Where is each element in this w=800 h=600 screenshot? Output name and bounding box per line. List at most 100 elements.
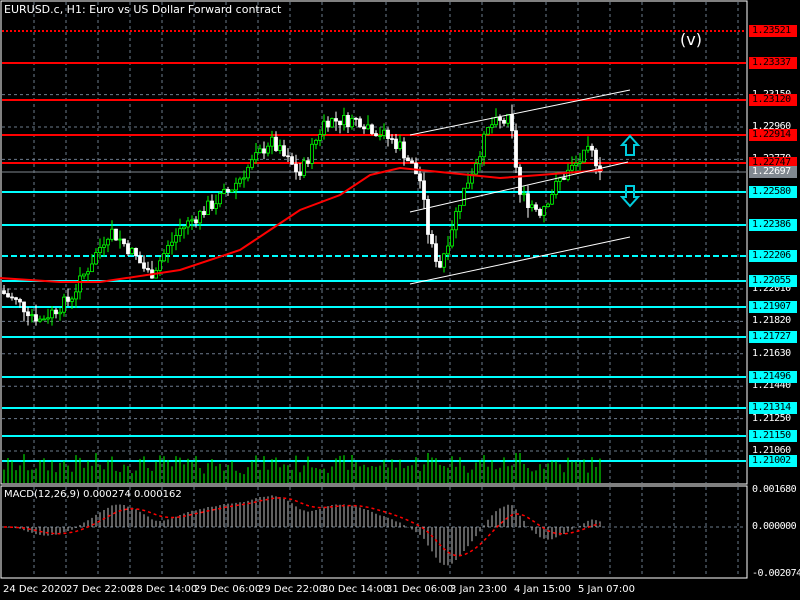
candle-body (262, 148, 266, 154)
price-level-tag: 1.22386 (749, 219, 797, 231)
candle-body (50, 309, 54, 319)
candle-body (78, 275, 82, 293)
candle-body (234, 182, 238, 191)
candle-body (318, 134, 322, 141)
candle-body (442, 253, 446, 268)
time-axis-label: 27 Dec 22:00 (66, 584, 134, 595)
macd-axis-label: -0.002074 (752, 568, 800, 579)
candle-body (434, 243, 438, 262)
candle-body (46, 317, 50, 320)
candle-body (314, 139, 318, 145)
candle-body (162, 253, 166, 262)
candle-body (586, 145, 590, 151)
candle-body (138, 255, 142, 264)
candle-body (226, 189, 230, 193)
candle-body (222, 189, 226, 194)
candle-body (374, 133, 378, 137)
candle-body (58, 311, 62, 315)
candle-body (290, 156, 294, 165)
candle-body (254, 152, 258, 161)
time-axis-label: 3 Jan 23:00 (450, 584, 507, 595)
candle-body (202, 211, 206, 215)
candle-body (426, 199, 430, 235)
candle-body (266, 145, 270, 154)
candle-body (274, 136, 278, 151)
candle-body (246, 166, 250, 179)
candle-body (242, 177, 246, 180)
time-axis-label: 31 Dec 06:00 (386, 584, 454, 595)
time-axis-label: 29 Dec 22:00 (258, 584, 326, 595)
candle-body (594, 149, 598, 167)
candle-body (206, 200, 210, 215)
candle-body (30, 314, 34, 317)
candle-body (270, 136, 274, 147)
candle-body (214, 203, 218, 209)
candle-body (430, 234, 434, 245)
candle-body (258, 148, 262, 154)
candle-body (390, 138, 394, 140)
candle-body (362, 126, 366, 130)
price-level-tag: 1.21314 (749, 402, 797, 414)
wave-marker-label: (v) (680, 30, 702, 49)
price-level-tag: 1.23521 (749, 25, 797, 37)
candle-body (506, 114, 510, 124)
candle-body (194, 219, 198, 224)
candle-body (190, 219, 194, 222)
price-level-tag: 1.21150 (749, 430, 797, 442)
candle-body (122, 238, 126, 245)
candle-body (370, 124, 374, 134)
candle-body (250, 159, 254, 168)
candle-body (130, 247, 134, 255)
candle-body (550, 194, 554, 205)
candle-body (558, 177, 562, 182)
candle-body (2, 290, 6, 294)
candle-body (562, 177, 566, 180)
candle-body (42, 318, 46, 321)
candle-body (166, 245, 170, 254)
candle-body (294, 163, 298, 173)
candle-body (534, 204, 538, 210)
candle-body (298, 171, 302, 176)
trend-channel-line (409, 89, 631, 136)
time-axis-label: 29 Dec 06:00 (194, 584, 262, 595)
time-axis-label: 5 Jan 07:00 (578, 584, 635, 595)
candle-body (170, 241, 174, 246)
candle-body (570, 164, 574, 171)
candle-body (118, 238, 122, 241)
candle-body (350, 117, 354, 128)
candle-body (574, 162, 578, 166)
candle-body (546, 203, 550, 208)
candle-body (82, 273, 86, 277)
candle-body (210, 200, 214, 209)
candle-body (590, 145, 594, 151)
candle-body (34, 314, 38, 322)
price-level-tag: 1.23337 (749, 57, 797, 69)
time-axis-label: 28 Dec 14:00 (130, 584, 198, 595)
candle-body (394, 138, 398, 149)
candle-body (342, 115, 346, 126)
candle-body (102, 244, 106, 248)
candle-body (382, 129, 386, 136)
price-chart[interactable] (0, 0, 800, 600)
candle-body (438, 261, 442, 268)
candle-body (38, 318, 42, 322)
candle-body (114, 228, 118, 241)
candle-body (542, 206, 546, 216)
time-axis-label: 24 Dec 2020 (3, 584, 67, 595)
price-level-tag: 1.22055 (749, 275, 797, 287)
price-level-tag: 1.23120 (749, 94, 797, 106)
candle-body (10, 296, 14, 299)
candle-body (126, 243, 130, 255)
candle-body (218, 193, 222, 205)
candle-body (522, 193, 526, 196)
candle-body (378, 135, 382, 137)
candle-body (282, 145, 286, 157)
candle-body (86, 271, 90, 275)
candle-body (406, 157, 410, 162)
candle-body (14, 297, 18, 300)
candle-body (410, 160, 414, 164)
price-axis-label: 1.21630 (752, 347, 791, 359)
candle-body (478, 156, 482, 165)
candle-body (414, 162, 418, 175)
candle-body (358, 118, 362, 128)
